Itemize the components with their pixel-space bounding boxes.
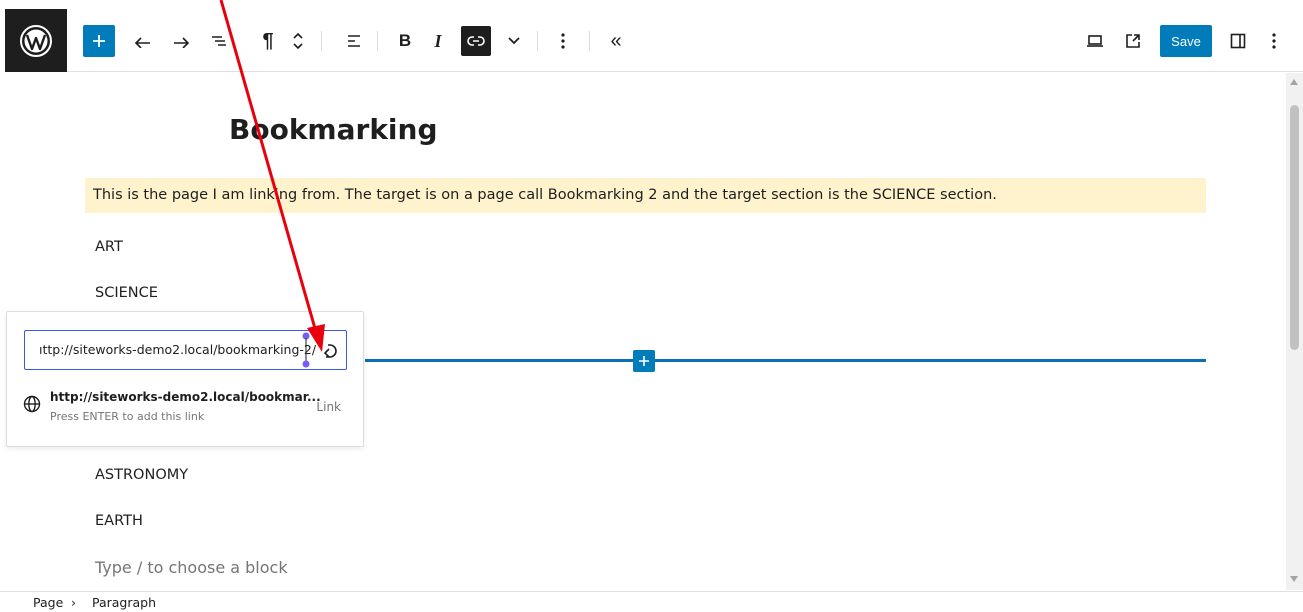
bold-button[interactable]: B [393, 27, 417, 55]
bold-icon: B [398, 31, 412, 50]
toolbar-divider [321, 31, 322, 51]
insert-block-button[interactable] [633, 350, 655, 372]
scrollbar[interactable] [1286, 73, 1303, 590]
text-selection-cursor-icon [302, 332, 310, 368]
desktop-view-icon [1087, 35, 1103, 47]
toolbar-divider [537, 31, 538, 51]
scrollbar-thumb[interactable] [1290, 105, 1299, 350]
align-button[interactable] [341, 27, 367, 55]
paragraph-block-astronomy[interactable]: ASTRONOMY [95, 467, 188, 483]
toolbar-divider [589, 31, 590, 51]
suggestion-url: http://siteworks-demo2.local/bookmar... [50, 390, 321, 404]
submit-link-button[interactable] [315, 338, 341, 364]
page-title[interactable]: Bookmarking [229, 113, 438, 146]
more-formatting-button[interactable] [503, 27, 525, 55]
editor-toolbar: ¶ B I « Save [5, 9, 1303, 72]
collapse-toolbar-button[interactable]: « [603, 27, 629, 55]
globe-icon [23, 395, 41, 413]
plus-icon [93, 35, 105, 47]
add-block-button[interactable] [83, 25, 115, 57]
undo-button[interactable] [129, 27, 157, 55]
link-button[interactable] [461, 26, 491, 56]
block-drop-indicator [365, 359, 1206, 362]
suggestion-type-label: Link [316, 400, 341, 414]
external-preview-icon [1126, 34, 1140, 48]
move-block-button[interactable] [287, 27, 309, 55]
view-page-button[interactable] [1119, 27, 1147, 55]
paragraph-block-art[interactable]: ART [95, 239, 123, 255]
wordpress-logo-icon[interactable] [5, 9, 67, 72]
save-button[interactable]: Save [1160, 25, 1212, 57]
breadcrumb-separator-icon: › [71, 595, 76, 610]
move-updown-icon [293, 32, 303, 50]
link-suggestion-item[interactable]: http://siteworks-demo2.local/bookmar... … [21, 387, 355, 427]
document-overview-icon [212, 36, 226, 46]
paragraph-icon: ¶ [262, 29, 274, 52]
settings-sidebar-toggle[interactable] [1225, 27, 1251, 55]
breadcrumb-item-page[interactable]: Page [33, 595, 63, 610]
kebab-menu-icon [1272, 33, 1276, 49]
block-breadcrumb: Page › Paragraph [0, 591, 1303, 612]
link-control-popover: ıttp://siteworks-demo2.local/bookmarking… [6, 311, 364, 447]
breadcrumb-item-paragraph[interactable]: Paragraph [92, 595, 156, 610]
redo-button[interactable] [167, 27, 195, 55]
block-options-button[interactable] [551, 27, 575, 55]
highlighted-paragraph-block[interactable]: This is the page I am linking from. The … [85, 178, 1206, 213]
more-options-icon [561, 33, 565, 49]
suggestion-hint: Press ENTER to add this link [50, 410, 205, 423]
enter-icon [323, 344, 337, 358]
collapse-icon: « [610, 29, 622, 52]
link-url-input[interactable]: ıttp://siteworks-demo2.local/bookmarking… [24, 330, 347, 370]
undo-icon [134, 37, 150, 48]
italic-button[interactable]: I [427, 27, 449, 55]
empty-block-placeholder[interactable]: Type / to choose a block [95, 558, 288, 577]
scroll-down-arrow-icon[interactable] [1290, 576, 1298, 582]
sidebar-toggle-icon [1230, 33, 1246, 49]
paragraph-button[interactable]: ¶ [255, 27, 281, 55]
save-button-label: Save [1171, 33, 1201, 49]
link-icon [467, 36, 485, 46]
align-left-icon [348, 35, 360, 47]
chevron-down-icon [508, 37, 520, 45]
scroll-up-arrow-icon[interactable] [1290, 79, 1298, 85]
preview-button[interactable] [1081, 27, 1109, 55]
italic-icon: I [434, 30, 442, 51]
paragraph-block-science[interactable]: SCIENCE [95, 285, 158, 301]
paragraph-block-earth[interactable]: EARTH [95, 513, 143, 529]
document-overview-button[interactable] [205, 27, 233, 55]
options-menu-button[interactable] [1263, 27, 1285, 55]
plus-icon [639, 356, 649, 366]
redo-icon [174, 37, 190, 48]
toolbar-divider [377, 31, 378, 51]
